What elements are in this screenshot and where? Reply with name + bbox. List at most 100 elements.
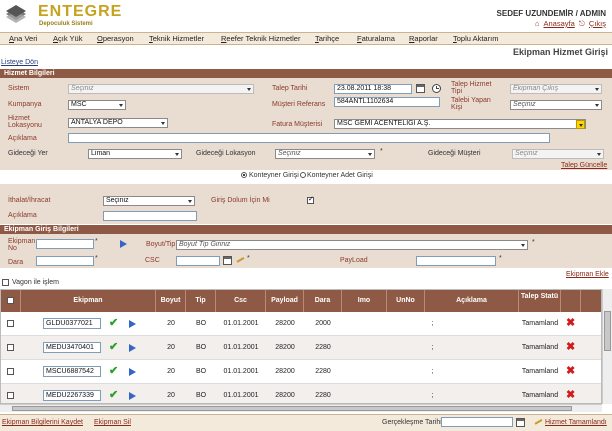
row-checkbox[interactable] — [7, 368, 14, 375]
ithalat-ihracat-select[interactable]: Seçiniz — [103, 196, 195, 206]
csc-input[interactable] — [176, 256, 220, 266]
menu-item-ana-veri[interactable]: Ana Veri — [9, 34, 37, 43]
vagon-checkbox[interactable] — [2, 279, 9, 286]
menu-item-faturalama[interactable]: Faturalama — [357, 34, 395, 43]
talep-hizmet-tipi-label: Talep Hizmet Tipi — [451, 81, 492, 95]
back-to-list-link[interactable]: Listeye Dön — [1, 59, 38, 66]
talep-tarihi-input[interactable]: 23.08.2011 18:38 — [334, 84, 412, 94]
menu-item-acik-yuk[interactable]: Açık Yük — [53, 34, 82, 43]
statu-cell: Tamamland — [521, 368, 559, 375]
payload-input[interactable] — [416, 256, 496, 266]
vagon-label: Vagon ile işlem — [12, 279, 59, 286]
vertical-scrollbar[interactable] — [602, 289, 612, 404]
fatura-musterisi-select[interactable]: MSC GEMİ ACENTELİĞİ A.Ş. — [334, 119, 586, 129]
menu-item-tarihce[interactable]: Tarihçe — [315, 34, 339, 43]
gerceklesme-tarihi-input[interactable] — [441, 417, 513, 427]
check-icon[interactable]: ✔ — [109, 316, 118, 329]
menu-item-raporlar[interactable]: Raporlar — [409, 34, 438, 43]
row-checkbox[interactable] — [7, 320, 14, 327]
main-menu: Ana Veri Açık Yük Operasyon Teknik Hizme… — [0, 32, 612, 45]
scroll-thumb[interactable] — [604, 311, 611, 351]
home-icon[interactable]: ⌂ — [535, 19, 540, 28]
boyut-tip-select[interactable]: Boyut Tip Giriniz — [176, 240, 528, 250]
required-star: * — [532, 239, 535, 246]
scroll-thumb[interactable] — [12, 406, 572, 411]
ekipman-sil-link[interactable]: Ekipman Sil — [94, 419, 131, 426]
ekipman-ekle-link[interactable]: Ekipman Ekle — [566, 271, 609, 278]
menu-item-teknik-hizmetler[interactable]: Teknik Hizmetler — [149, 34, 204, 43]
key-icon[interactable] — [533, 417, 543, 425]
aciklama2-input[interactable] — [103, 211, 197, 221]
calendar-icon[interactable] — [223, 256, 232, 265]
delete-icon[interactable]: ✖ — [566, 340, 575, 353]
aciklama-input[interactable] — [68, 133, 550, 143]
kumpanya-select[interactable]: MSC — [68, 100, 126, 110]
menu-item-reefer-teknik[interactable]: Reefer Teknik Hizmetler — [221, 34, 300, 43]
boyut-cell: 20 — [167, 320, 175, 327]
talep-hizmet-tipi-select[interactable]: Ekipman Çıkış — [510, 84, 602, 94]
logo-subtitle: Depoculuk Sistemi — [39, 21, 93, 27]
header-col-a — [561, 290, 581, 312]
arrow-right-icon[interactable] — [129, 320, 136, 328]
fatura-dropdown-icon[interactable] — [576, 120, 585, 129]
logout-link[interactable]: Çıkış — [589, 19, 606, 28]
gidecegi-lokasyon-select[interactable]: Seçiniz — [275, 149, 375, 159]
talebi-yapan-kisi-select[interactable]: Seçiniz — [510, 100, 602, 110]
table-row[interactable]: MSCU6887542 ✔ 20 BO 01.01.2001 28200 228… — [1, 360, 601, 384]
table-row[interactable]: GLDU0377021 ✔ 20 BO 01.01.2001 28200 200… — [1, 312, 601, 336]
hizmet-lokasyonu-select[interactable]: ANTALYA DEPO — [68, 118, 168, 128]
ekipman-cell-input[interactable]: MEDU3470401 — [43, 342, 101, 353]
talep-guncelle-link[interactable]: Talep Güncelle — [561, 162, 607, 169]
page-title-bar: Ekipman Hizmet Girişi — [0, 45, 612, 59]
radio-konteyner-adet-giris[interactable] — [300, 172, 306, 178]
arrow-right-icon[interactable] — [129, 344, 136, 352]
check-icon[interactable]: ✔ — [109, 340, 118, 353]
dara-cell: 2280 — [315, 392, 331, 399]
hizmet-tamamlandi-link[interactable]: Hizmet Tamamlandı — [545, 419, 607, 426]
giris-dolum-checkbox[interactable] — [307, 195, 314, 204]
delete-icon[interactable]: ✖ — [566, 388, 575, 401]
header-csc: Csc — [216, 290, 266, 312]
musteri-referans-input[interactable]: 584ANTL1102634 — [334, 97, 440, 107]
home-link[interactable]: Anasayfa — [544, 19, 575, 28]
gidecegi-lokasyon-label: Gideceği Lokasyon — [196, 150, 256, 157]
arrow-right-icon[interactable] — [129, 392, 136, 400]
calendar-icon[interactable] — [416, 84, 425, 93]
gidecegi-musteri-select[interactable]: Seçiniz — [512, 149, 604, 159]
hizmet-lokasyonu-label: Hizmet Lokasyonu — [8, 115, 42, 129]
dara-cell: 2000 — [315, 320, 331, 327]
delete-icon[interactable]: ✖ — [566, 316, 575, 329]
ekipman-cell-input[interactable]: MEDU2267339 — [43, 390, 101, 401]
boyut-cell: 20 — [167, 392, 175, 399]
check-icon[interactable]: ✔ — [109, 364, 118, 377]
menu-item-toplu-aktarim[interactable]: Toplu Aktarım — [453, 34, 498, 43]
aciklama2-label: Açıklama — [8, 212, 37, 219]
clock-icon[interactable] — [432, 84, 441, 93]
delete-icon[interactable]: ✖ — [566, 364, 575, 377]
menu-item-operasyon[interactable]: Operasyon — [97, 34, 134, 43]
ekipman-cell-input[interactable]: GLDU0377021 — [43, 318, 101, 329]
dara-input[interactable] — [36, 256, 94, 266]
horizontal-scrollbar[interactable] — [0, 404, 602, 412]
radio-konteyner-giris[interactable] — [241, 172, 247, 178]
statu-cell: Tamamland — [521, 320, 559, 327]
kaydet-link[interactable]: Ekipman Bilgilerini Kaydet — [2, 419, 83, 426]
row-checkbox[interactable] — [7, 392, 14, 399]
check-icon[interactable]: ✔ — [109, 388, 118, 401]
gidecegi-yer-select[interactable]: Liman — [88, 149, 182, 159]
arrow-right-icon[interactable] — [129, 368, 136, 376]
arrow-right-icon[interactable] — [120, 240, 127, 248]
logout-icon[interactable]: ⎋ — [579, 19, 585, 28]
payload-label: PayLoad — [340, 257, 368, 264]
select-all-checkbox[interactable] — [7, 297, 14, 304]
ekipman-cell-input[interactable]: MSCU6887542 — [43, 366, 101, 377]
header-boyut: Boyut — [156, 290, 186, 312]
table-row[interactable]: MEDU3470401 ✔ 20 BO 01.01.2001 28200 228… — [1, 336, 601, 360]
table-row[interactable]: MEDU2267339 ✔ 20 BO 01.01.2001 28200 228… — [1, 384, 601, 403]
sistem-select[interactable]: Seçiniz — [68, 84, 254, 94]
ekipman-no-input[interactable] — [36, 239, 94, 249]
kumpanya-label: Kumpanya — [8, 101, 42, 108]
row-checkbox[interactable] — [7, 344, 14, 351]
required-star: * — [95, 255, 98, 262]
calendar-icon[interactable] — [516, 418, 525, 427]
